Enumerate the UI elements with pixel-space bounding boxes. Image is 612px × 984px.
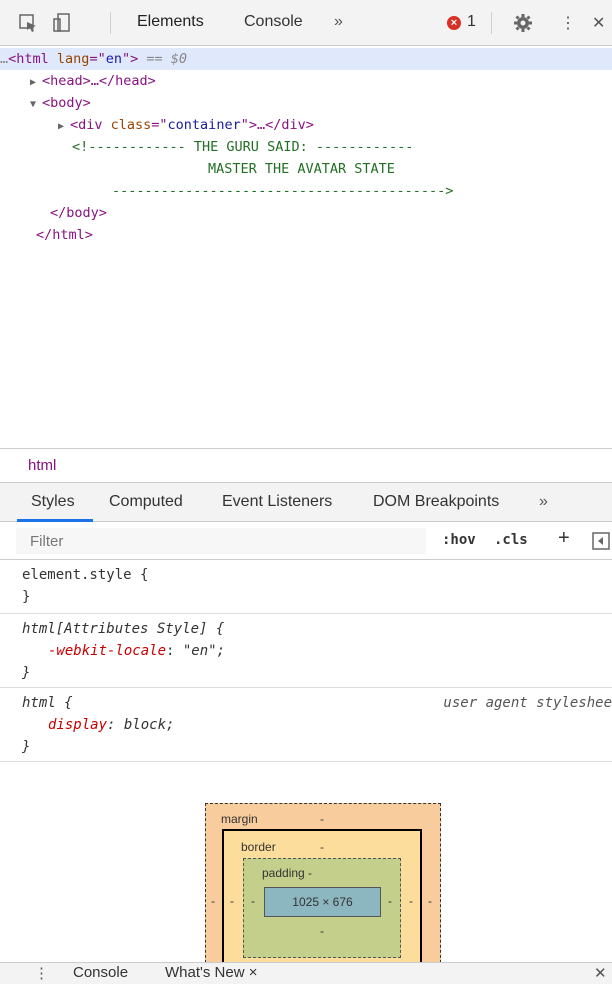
bottom-drawer: ⋮ Console What's New × ✕ — [0, 962, 612, 984]
rule-declaration[interactable]: -webkit-locale: "en"; — [48, 640, 225, 662]
padding-right-value[interactable]: - — [388, 894, 392, 908]
dom-node-div[interactable]: ▶ <div class="container">…</div> — [58, 114, 314, 138]
property-value: block; — [123, 717, 175, 733]
html-close-tag[interactable]: </html> — [36, 224, 93, 246]
toolbar-separator — [491, 12, 492, 34]
body-close-tag[interactable]: </body> — [50, 202, 107, 224]
tab-computed[interactable]: Computed — [109, 493, 183, 511]
html-open-close: "> — [121, 51, 139, 67]
padding-bottom-value[interactable]: - — [320, 924, 324, 938]
device-toolbar-icon[interactable] — [53, 13, 73, 38]
attr-value: container — [167, 117, 241, 133]
dom-tree: …<html lang="en"> == $0 ▶ <head>…</head> … — [0, 46, 612, 448]
toolbar-separator — [110, 12, 111, 34]
tab-dom-breakpoints[interactable]: DOM Breakpoints — [373, 493, 499, 511]
rule-declaration: display: block; — [48, 717, 175, 733]
dom-comment-line-1[interactable]: <!------------ THE GURU SAID: ----------… — [72, 136, 413, 158]
border-label: border — [241, 840, 276, 854]
margin-left-value[interactable]: - — [211, 894, 215, 908]
error-icon[interactable]: × — [447, 16, 461, 30]
dom-comment-line-2[interactable]: MASTER THE AVATAR STATE — [208, 158, 395, 180]
breadcrumb-item-html[interactable]: html — [28, 457, 56, 474]
dom-node-body[interactable]: ▼ <body> — [30, 92, 91, 116]
tab-event-listeners[interactable]: Event Listeners — [222, 493, 332, 511]
drawer-tab-whats-new[interactable]: What's New × — [165, 964, 257, 981]
close-drawer-icon[interactable]: ✕ — [594, 964, 607, 982]
new-rule-button[interactable]: + — [558, 527, 570, 550]
ellipsis-icon[interactable]: … — [0, 51, 8, 67]
dom-node-head[interactable]: ▶ <head>…</head> — [30, 70, 156, 94]
drawer-menu-icon[interactable]: ⋮ — [34, 964, 49, 982]
attr-name: lang — [56, 51, 90, 67]
toggle-sidebar-icon[interactable] — [592, 532, 610, 555]
border-top-value[interactable]: - — [320, 840, 324, 854]
more-tabs-button[interactable]: » — [539, 493, 548, 511]
rule-element-style: element.style { } — [0, 560, 612, 614]
attr-eq: =" — [89, 51, 106, 67]
drawer-tab-console[interactable]: Console — [73, 964, 128, 981]
close-devtools-icon[interactable]: ✕ — [592, 13, 605, 33]
rule-selector: html { — [22, 692, 73, 714]
border-left-value[interactable]: - — [230, 894, 234, 908]
rule-user-agent: html { user agent styleshee display: blo… — [0, 688, 612, 762]
filter-input[interactable] — [16, 528, 426, 554]
expand-triangle-icon[interactable]: ▶ — [30, 72, 42, 94]
property-name: display — [48, 717, 108, 733]
dom-node-html[interactable]: …<html lang="en"> == $0 — [0, 48, 612, 70]
div-open-tag: <div — [70, 117, 111, 133]
margin-top-value[interactable]: - — [320, 812, 324, 826]
html-open-tag: <html — [8, 51, 57, 67]
tab-styles[interactable]: Styles — [31, 493, 75, 511]
property-name: -webkit-locale — [48, 643, 167, 659]
rule-source[interactable]: user agent styleshee — [443, 692, 612, 714]
box-model-diagram: margin - - - border - - - padding - - - … — [0, 762, 612, 973]
tab-console[interactable]: Console — [244, 13, 303, 31]
more-tabs-button[interactable]: » — [334, 13, 343, 31]
more-options-icon[interactable]: ⋮ — [560, 13, 576, 33]
dom-comment-line-3[interactable]: ----------------------------------------… — [112, 180, 453, 202]
rule-close: } — [22, 589, 31, 605]
rule-close: } — [22, 665, 31, 681]
div-close-tag: ">…</div> — [240, 117, 314, 133]
attr-eq: =" — [151, 117, 168, 133]
styles-filter-bar: :hov .cls + — [0, 522, 612, 560]
tab-elements[interactable]: Elements — [137, 13, 204, 31]
rule-selector-text: html { — [22, 695, 73, 711]
settings-gear-icon[interactable] — [513, 13, 533, 38]
selected-marker: == $0 — [138, 51, 188, 67]
rule-close: } — [22, 739, 31, 755]
margin-right-value[interactable]: - — [428, 894, 432, 908]
attr-value: en — [105, 51, 122, 67]
collapse-triangle-icon[interactable]: ▼ — [30, 94, 42, 116]
rule-selector[interactable]: element.style { — [22, 564, 148, 586]
border-right-value[interactable]: - — [409, 894, 413, 908]
padding-left-value[interactable]: - — [251, 894, 255, 908]
breadcrumb: html — [0, 448, 612, 482]
styles-pane-tabs: Styles Computed Event Listeners DOM Brea… — [0, 482, 612, 522]
inspect-element-icon[interactable] — [18, 13, 38, 38]
box-model-content[interactable]: 1025 × 676 — [264, 887, 381, 917]
hover-state-toggle[interactable]: :hov — [442, 532, 476, 548]
devtools-toolbar: Elements Console » × 1 ⋮ ✕ — [0, 0, 612, 46]
property-value: "en"; — [182, 643, 226, 659]
expand-triangle-icon[interactable]: ▶ — [58, 116, 70, 138]
rule-attributes-style: html[Attributes Style] { -webkit-locale:… — [0, 614, 612, 688]
head-tag: <head>…</head> — [42, 73, 156, 89]
padding-label: padding - — [262, 866, 313, 880]
rule-selector: html[Attributes Style] { — [22, 621, 225, 637]
class-toggle[interactable]: .cls — [494, 532, 528, 548]
body-open-tag: <body> — [42, 95, 91, 111]
error-count[interactable]: 1 — [467, 13, 476, 31]
attr-name: class — [110, 117, 152, 133]
margin-label: margin — [221, 812, 258, 826]
